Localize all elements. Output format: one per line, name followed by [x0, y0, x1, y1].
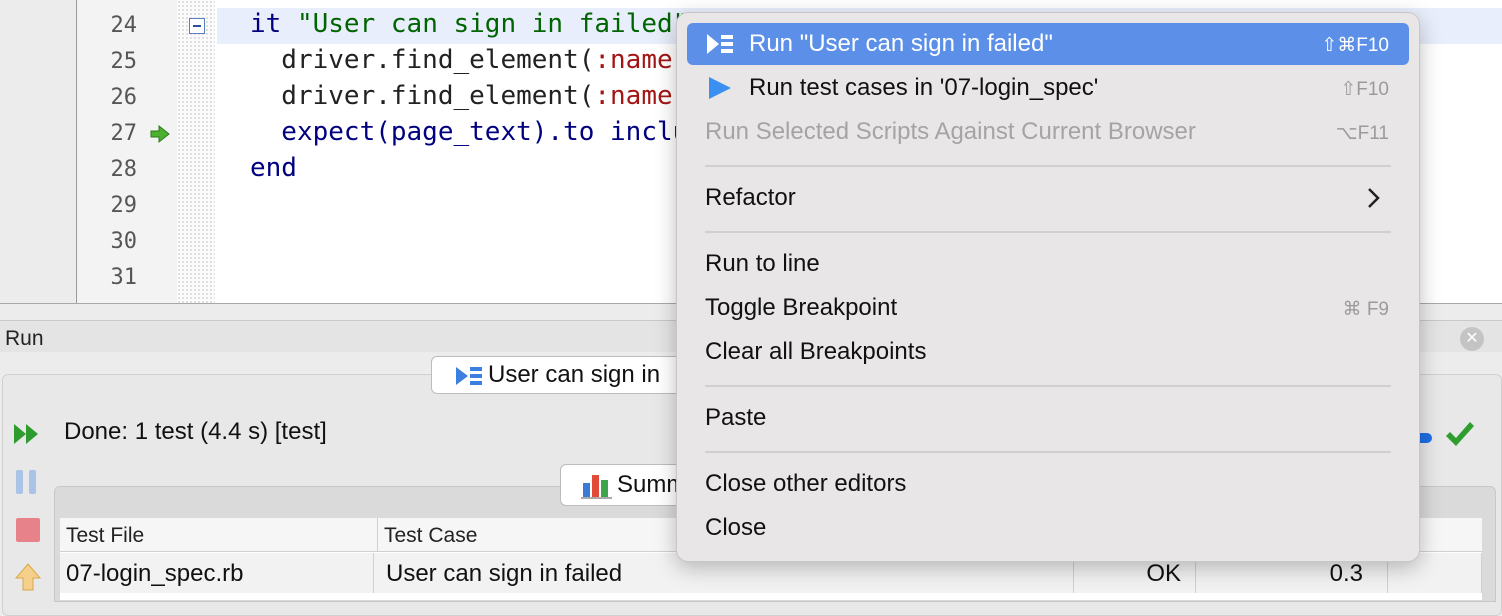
rerun-icon[interactable]: [8, 414, 48, 454]
code-token: driver.find_element(: [250, 81, 595, 111]
test-tab-label: User can sign in: [488, 361, 661, 388]
test-tab[interactable]: User can sign in: [431, 356, 691, 394]
menu-item-clear-all-breakpoints[interactable]: Clear all Breakpoints: [687, 331, 1409, 373]
close-panel-icon[interactable]: ✕: [1460, 327, 1484, 351]
menu-item-paste[interactable]: Paste: [687, 397, 1409, 439]
execution-arrow-icon: [149, 124, 171, 144]
fold-strip: [177, 0, 215, 303]
menu-item-refactor[interactable]: Refactor: [687, 177, 1409, 219]
run-status-text: Done: 1 test (4.4 s) [test]: [64, 418, 327, 445]
line-number: 26: [110, 85, 138, 110]
code-token: end: [250, 153, 297, 183]
menu-item-run-user-can-sign-in-failed[interactable]: Run "User can sign in failed" ⇧⌘F10: [687, 23, 1409, 65]
line-number-gutter: [77, 0, 177, 303]
code-token: driver.find_element(: [250, 45, 595, 75]
menu-item-close-other-editors[interactable]: Close other editors: [687, 463, 1409, 505]
run-toolbar: [8, 410, 50, 600]
menu-item-label: Toggle Breakpoint: [705, 294, 898, 321]
menu-item-label: Close: [705, 514, 767, 541]
code-token: expect(page_text).to: [250, 117, 611, 147]
code-line[interactable]: it "User can sign in failed": [250, 9, 688, 39]
menu-item-label: Run to line: [705, 250, 820, 277]
column-header-test-file[interactable]: Test File: [60, 518, 378, 552]
menu-item-label: Clear all Breakpoints: [705, 338, 927, 365]
code-token: "User can sign in failed": [296, 9, 689, 39]
menu-item-label: Run Selected Scripts Against Current Bro…: [705, 118, 1196, 145]
stop-icon[interactable]: [8, 510, 48, 550]
menu-separator: [705, 165, 1391, 167]
run-test-icon: [705, 31, 737, 62]
menu-item-label: Refactor: [705, 184, 796, 211]
run-panel-title: Run: [5, 327, 44, 350]
bar-chart-icon: [581, 471, 613, 512]
menu-item-run-selected-scripts-against-current-browser: Run Selected Scripts Against Current Bro…: [687, 111, 1409, 153]
menu-item-run-test-cases-in-07-login-spec[interactable]: Run test cases in '07-login_spec' ⇧F10: [687, 67, 1409, 109]
menu-item-label: Paste: [705, 404, 767, 431]
menu-item-label: Run test cases in '07-login_spec': [749, 74, 1099, 101]
run-test-icon: [454, 363, 484, 399]
menu-separator: [705, 231, 1391, 233]
up-arrow-icon[interactable]: [8, 558, 48, 598]
menu-item-shortcut: ⇧⌘F10: [1321, 35, 1389, 56]
line-number: 29: [110, 193, 138, 218]
menu-item-shortcut: ⇧F10: [1340, 79, 1389, 100]
line-number: 25: [110, 49, 138, 74]
fold-collapse-icon[interactable]: [189, 18, 205, 34]
code-token: it: [250, 9, 297, 39]
menu-separator: [705, 451, 1391, 453]
code-line[interactable]: end: [250, 153, 297, 183]
cell-test-file[interactable]: 07-login_spec.rb: [60, 553, 374, 593]
menu-separator: [705, 385, 1391, 387]
menu-item-run-to-line[interactable]: Run to line: [687, 243, 1409, 285]
code-line[interactable]: driver.find_element(:name: [250, 45, 673, 75]
context-menu: Run "User can sign in failed" ⇧⌘F10 Run te…: [676, 12, 1420, 562]
line-number: 27: [110, 121, 138, 146]
code-line[interactable]: expect(page_text).to inclu: [250, 117, 688, 147]
code-token: :name: [594, 81, 673, 111]
menu-item-label: Close other editors: [705, 470, 907, 497]
pause-icon[interactable]: [8, 462, 48, 502]
line-number: 30: [110, 229, 138, 254]
menu-item-shortcut: ⌘ F9: [1342, 299, 1389, 320]
menu-item-toggle-breakpoint[interactable]: Toggle Breakpoint ⌘ F9: [687, 287, 1409, 329]
play-icon: [705, 75, 737, 106]
line-number: 31: [110, 265, 138, 290]
code-line[interactable]: driver.find_element(:name: [250, 81, 673, 111]
menu-item-shortcut: ⌥F11: [1335, 123, 1389, 144]
chevron-right-icon: [1367, 187, 1381, 214]
pass-check-icon: [1442, 418, 1478, 454]
menu-item-close[interactable]: Close: [687, 507, 1409, 549]
left-margin: [0, 0, 76, 304]
menu-item-label: Run "User can sign in failed": [749, 30, 1053, 57]
line-number: 24: [110, 13, 138, 38]
code-token: :name: [594, 45, 673, 75]
line-number: 28: [110, 157, 138, 182]
